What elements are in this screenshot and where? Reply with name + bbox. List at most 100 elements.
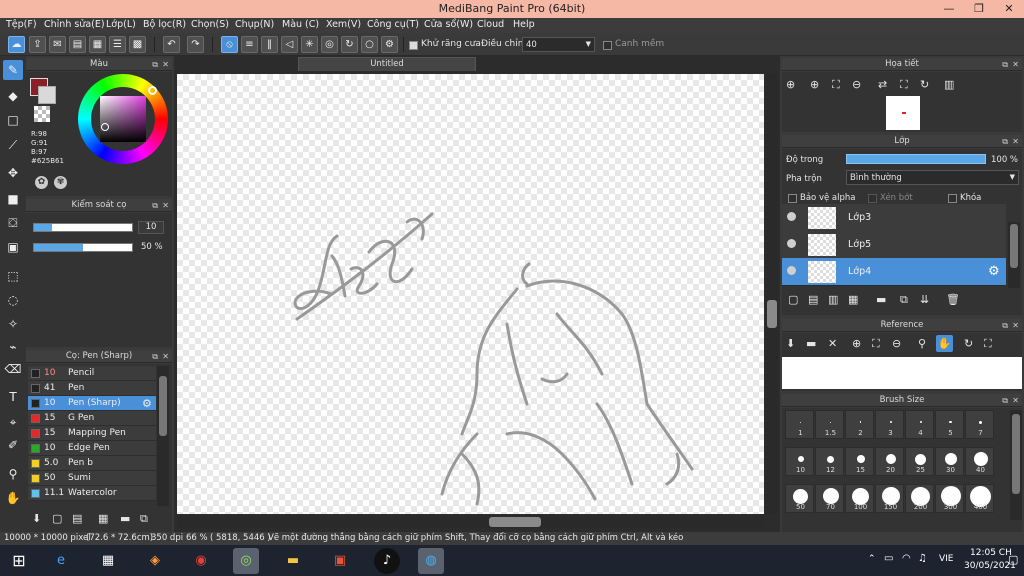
panel-close-icon[interactable]: ✕ xyxy=(1012,319,1019,332)
circle-snap-icon[interactable]: ◎ xyxy=(321,36,338,53)
magic-wand-icon[interactable]: ✧ xyxy=(3,314,23,334)
fill-brush-icon[interactable]: ⟋ xyxy=(3,135,23,155)
move-tool-icon[interactable]: ✥ xyxy=(3,163,23,183)
saturation-square[interactable] xyxy=(100,96,146,142)
brush-item-selected[interactable]: 10 Pen (Sharp) ⚙ xyxy=(28,396,156,411)
drawing-canvas[interactable] xyxy=(177,74,764,514)
lasso-icon[interactable]: ◌ xyxy=(3,290,23,310)
no-snap-icon[interactable]: ⦸ xyxy=(221,36,238,53)
minimize-icon[interactable]: — xyxy=(934,0,964,18)
fit-icon[interactable]: ⛶ xyxy=(832,78,840,92)
eraser-tool-icon[interactable]: ◆ xyxy=(3,86,23,106)
brush-settings-icon[interactable]: ▤ xyxy=(72,512,82,525)
brush-size-cell[interactable]: 150 xyxy=(875,484,904,513)
reference-zoom-out-icon[interactable]: ⊖ xyxy=(892,337,901,350)
menu-capture[interactable]: Chụp(N) xyxy=(235,19,274,30)
fullscreen-icon[interactable]: ⛶ xyxy=(900,78,908,92)
secondary-color-swatch[interactable] xyxy=(38,86,56,104)
menu-edit[interactable]: Chỉnh sửa(E) xyxy=(44,19,105,30)
navigator-preview[interactable] xyxy=(886,96,920,130)
file-explorer-icon[interactable]: ▬ xyxy=(280,548,306,574)
restore-icon[interactable]: ❐ xyxy=(964,0,994,18)
undock-icon[interactable]: ⧉ xyxy=(1002,394,1008,407)
hand-tool-icon[interactable]: ✋ xyxy=(3,488,23,508)
reference-view[interactable] xyxy=(782,357,1022,389)
hue-ring[interactable] xyxy=(78,74,168,164)
page-icon[interactable]: ▦ xyxy=(89,36,106,53)
reference-fit-icon[interactable]: ⛶ xyxy=(872,337,880,351)
new-layer-icon[interactable]: ▢ xyxy=(788,293,798,306)
undock-icon[interactable]: ⧉ xyxy=(1002,319,1008,332)
clipping-checkbox[interactable] xyxy=(868,194,877,203)
new-page-icon[interactable]: ▤ xyxy=(69,36,86,53)
close-icon[interactable]: ✕ xyxy=(994,0,1024,18)
canvas-vertical-scrollbar[interactable] xyxy=(766,74,778,514)
brush-size-cell[interactable]: 15 xyxy=(845,447,874,476)
menu-select[interactable]: Chọn(S) xyxy=(191,19,229,30)
settings-icon[interactable]: ⚙ xyxy=(381,36,398,53)
margin-checkbox[interactable] xyxy=(603,41,612,50)
brush-size-cell[interactable]: 50 xyxy=(785,484,814,513)
panel-close-icon[interactable]: ✕ xyxy=(1012,394,1019,407)
clock-time[interactable]: 12:05 CH xyxy=(970,548,1012,558)
folder-icon[interactable]: ▬ xyxy=(876,293,886,306)
merge-layer-icon[interactable]: ⇊ xyxy=(920,293,929,306)
reference-zoom-in-icon[interactable]: ⊕ xyxy=(852,337,861,350)
brush-item[interactable]: 5.0 Pen b xyxy=(28,456,156,471)
redo-icon[interactable]: ↷ xyxy=(187,36,204,53)
grid-icon[interactable]: ▩ xyxy=(129,36,146,53)
brush-tool-icon[interactable]: ✎ xyxy=(3,60,23,80)
reference-close-icon[interactable]: ✕ xyxy=(828,337,837,350)
add-layer-menu-icon[interactable]: ▦ xyxy=(848,293,858,306)
menu-help[interactable]: Help xyxy=(513,19,535,30)
comment-icon[interactable]: ✉ xyxy=(49,36,66,53)
internet-explorer-icon[interactable]: e xyxy=(48,548,74,574)
select-pen-icon[interactable]: ⌁ xyxy=(3,337,23,357)
app-grid-icon[interactable]: ▦ xyxy=(95,548,121,574)
brush-menu-icon[interactable]: ▦ xyxy=(98,512,108,525)
brush-item[interactable]: 10 Edge Pen xyxy=(28,441,156,456)
panel-close-icon[interactable]: ✕ xyxy=(162,199,169,212)
reference-hand-icon[interactable]: ✋ xyxy=(936,335,953,352)
ellipse-snap-icon[interactable]: ○ xyxy=(361,36,378,53)
color-picker-handle[interactable] xyxy=(101,123,109,131)
palette-icon[interactable]: ✿ xyxy=(35,176,48,189)
menu-filter[interactable]: Bộ lọc(R) xyxy=(143,19,186,30)
zoom-in-small-icon[interactable]: ⊕ xyxy=(810,78,819,91)
brush-size-cell[interactable]: 25 xyxy=(905,447,934,476)
dot-tool-icon[interactable]: □ xyxy=(3,110,23,130)
transparent-swatch[interactable] xyxy=(34,106,50,122)
protect-alpha-checkbox[interactable] xyxy=(788,194,797,203)
brush-size-cell[interactable]: 5 xyxy=(935,410,964,439)
menu-tools[interactable]: Công cụ(T) xyxy=(367,19,419,30)
gear-icon[interactable]: ⚙ xyxy=(988,264,1000,279)
brush-size-cell[interactable]: 1.5 xyxy=(815,410,844,439)
tiktok-icon[interactable]: ♪ xyxy=(374,548,400,574)
layer-opacity-slider[interactable] xyxy=(846,154,986,164)
brush-size-cell[interactable]: 2 xyxy=(845,410,874,439)
brush-list-scrollbar[interactable] xyxy=(157,366,169,506)
delete-layer-icon[interactable]: 🗑 xyxy=(946,293,960,306)
menu-file[interactable]: Tệp(F) xyxy=(6,19,37,30)
reference-open-icon[interactable]: ▬ xyxy=(806,337,816,350)
undock-icon[interactable]: ⧉ xyxy=(152,58,158,71)
menu-cloud[interactable]: Cloud xyxy=(477,19,504,30)
reference-fullscreen-icon[interactable]: ⛶ xyxy=(984,337,992,351)
canvas-horizontal-scrollbar[interactable] xyxy=(177,516,764,528)
tray-chevron-icon[interactable]: ⌃ xyxy=(868,554,876,564)
brush-size-cell[interactable]: 1 xyxy=(785,410,814,439)
brush-size-cell[interactable]: 12 xyxy=(815,447,844,476)
brush-size-cell[interactable]: 200 xyxy=(905,484,934,513)
brush-size-cell[interactable]: 100 xyxy=(845,484,874,513)
panel-close-icon[interactable]: ✕ xyxy=(162,58,169,71)
undock-icon[interactable]: ⧉ xyxy=(1002,135,1008,148)
reference-rotate-icon[interactable]: ↻ xyxy=(964,337,973,350)
brush-folder-icon[interactable]: ▬ xyxy=(120,512,130,525)
brush-item[interactable]: 50 Sumi xyxy=(28,471,156,486)
brush-size-cell[interactable]: 400 xyxy=(965,484,994,513)
layer-scrollbar[interactable] xyxy=(1008,222,1020,288)
curve-snap-icon[interactable]: ↻ xyxy=(341,36,358,53)
reference-eyedropper-icon[interactable]: ⚲ xyxy=(918,337,926,350)
brush-size-cell[interactable]: 70 xyxy=(815,484,844,513)
eye-icon[interactable] xyxy=(787,266,796,275)
